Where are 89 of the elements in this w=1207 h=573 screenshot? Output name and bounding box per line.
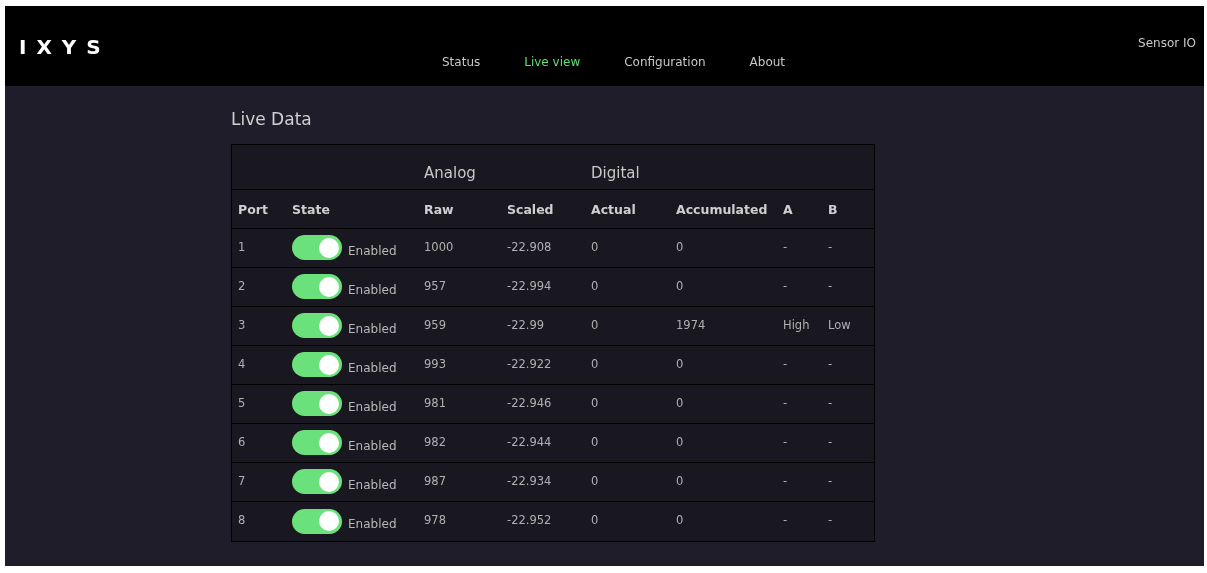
table-cell-text: 1974 [676,316,706,334]
toggle-switch[interactable] [292,313,342,338]
column-header: A [783,201,793,217]
table-cell: 8 [238,512,246,530]
table-cell-text: 0 [591,238,599,256]
table-cell-text: 3 [238,316,246,334]
table-cell-text: - [783,433,788,451]
column-header: Scaled [507,201,554,217]
table-cell-text: 4 [238,355,246,373]
table-cell-text: 982 [424,433,446,451]
table-cell-text: 0 [591,277,599,295]
table-cell-text: 993 [424,355,446,373]
column-header: Accumulated [676,201,768,217]
toggle-switch[interactable] [292,391,342,416]
group-header: Analog [424,163,476,182]
table-cell-text: - [828,394,833,412]
page-title: Live Data [231,108,313,131]
state-label: Enabled [348,359,397,377]
state-label: Enabled [348,242,397,260]
table-cell-text: - [783,472,788,490]
table-cell: -22.952 [507,512,552,530]
table-cell-text: -22.944 [507,433,552,451]
table-cell-text: -22.946 [507,394,552,412]
table-cell-text: 0 [591,394,599,412]
table-cell-text: 0 [676,238,684,256]
state-label: Enabled [348,320,397,338]
table-cell-text: 981 [424,394,446,412]
table-cell-text: 2 [238,277,246,295]
table-cell: 0 [591,512,599,530]
table-cell-text: 6 [238,433,246,451]
table-cell-text: 0 [591,433,599,451]
table-cell-text: - [828,472,833,490]
table-cell-text: 0 [676,355,684,373]
table-cell-text: 0 [676,277,684,295]
nav-link[interactable]: Status [442,53,481,86]
column-header: Port [238,201,268,217]
state-label: Enabled [348,281,397,299]
nav-link[interactable]: About [749,53,786,86]
table-cell: 978 [424,512,446,530]
table-cell-text: -22.922 [507,355,552,373]
state-label: Enabled [348,476,397,494]
state-label: Enabled [348,398,397,416]
toggle-switch[interactable] [292,352,342,377]
table-cell-text: - [828,238,833,256]
table-cell-text: 0 [676,472,684,490]
state-label: Enabled [348,437,397,455]
table-cell-text: - [783,394,788,412]
table-cell: - [828,512,833,530]
table-cell-text: 0 [676,433,684,451]
toggle-switch[interactable] [292,274,342,299]
toggle-switch[interactable] [292,469,342,494]
table-cell-text: -22.908 [507,238,552,256]
table-cell-text: 987 [424,472,446,490]
column-header: Actual [591,201,636,217]
table-cell-text: 959 [424,316,446,334]
table-cell-text: 0 [676,394,684,412]
toggle-switch[interactable] [292,508,342,534]
group-header: Digital [591,163,640,182]
table-cell-text: 1 [238,238,246,256]
table-cell-text: 0 [591,472,599,490]
column-header: Raw [424,201,454,217]
table-cell-text: Low [828,316,851,334]
table-cell-text: -22.99 [507,316,545,334]
table-cell-text: - [828,355,833,373]
nav-link[interactable]: Configuration [624,53,706,86]
column-header: B [828,201,838,217]
table-cell: 0 [676,512,684,530]
toggle-switch[interactable] [292,235,342,260]
toggle-switch[interactable] [292,430,342,455]
table-cell-text: 957 [424,277,446,295]
column-header: State [292,201,330,217]
table-cell-text: High [783,316,810,334]
table-cell-text: - [783,238,788,256]
product-name: Sensor IO [1138,35,1196,52]
table-cell-text: 1000 [424,238,454,256]
table-cell-text: 0 [591,355,599,373]
table-cell-text: - [828,433,833,451]
table-cell-text: -22.994 [507,277,552,295]
table-cell-text: - [828,277,833,295]
table-cell-text: -22.934 [507,472,552,490]
state-label: Enabled [348,516,397,533]
table-cell-text: 7 [238,472,246,490]
table-cell-text: - [783,355,788,373]
table-cell-text: 5 [238,394,246,412]
table-cell-text: 0 [591,316,599,334]
nav-link[interactable]: Live view [524,53,581,86]
table-cell: - [783,512,788,530]
table-cell-text: - [783,277,788,295]
logo: IXYS [19,34,111,61]
